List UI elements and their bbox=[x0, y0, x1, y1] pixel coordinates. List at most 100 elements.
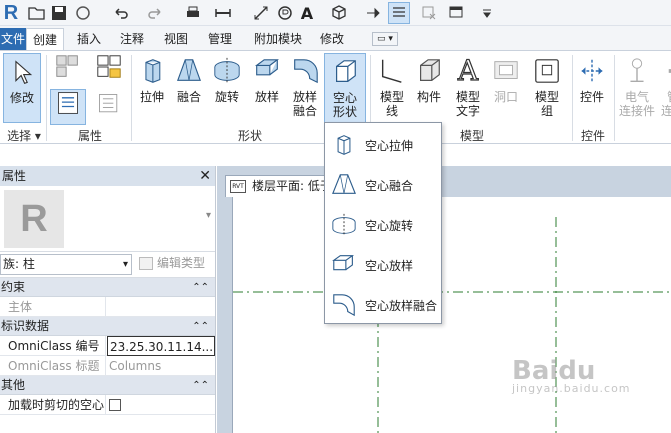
panel-divider bbox=[131, 55, 132, 141]
print-icon[interactable] bbox=[182, 2, 204, 24]
measure-icon[interactable] bbox=[212, 2, 234, 24]
sync-icon[interactable] bbox=[72, 2, 94, 24]
edit-type-icon bbox=[139, 257, 153, 270]
save-icon[interactable] bbox=[48, 2, 70, 24]
tab-create[interactable]: 创建 bbox=[26, 28, 65, 50]
model-line-label-1: 模型 bbox=[379, 90, 404, 104]
void-revolve-icon bbox=[329, 210, 359, 240]
void-forms-button[interactable]: 空心 形状 bbox=[324, 53, 366, 123]
floor-plan-icon: RVT bbox=[230, 180, 246, 193]
blend-button[interactable]: 融合 bbox=[172, 55, 206, 104]
revolve-button[interactable]: 旋转 bbox=[210, 55, 244, 104]
swept-blend-label-1: 放样 bbox=[292, 90, 317, 104]
property-value: Columns bbox=[109, 359, 162, 373]
control-button[interactable]: 控件 bbox=[574, 55, 610, 104]
sweep-button[interactable]: 放样 bbox=[250, 55, 284, 104]
logo-letter: R bbox=[3, 1, 19, 24]
revit-logo-icon[interactable]: R bbox=[0, 0, 22, 26]
section-other[interactable]: 其他 ⌃⌃ bbox=[0, 376, 215, 395]
opening-icon bbox=[491, 55, 521, 87]
collapse-icon[interactable]: ⌃⌃ bbox=[192, 376, 209, 395]
omniclass-number-field[interactable]: 23.25.30.11.14... bbox=[107, 336, 215, 356]
void-extrusion-icon bbox=[329, 130, 359, 160]
component-label: 构件 bbox=[416, 90, 441, 104]
void-label-2: 形状 bbox=[332, 105, 357, 119]
property-key: 主体 bbox=[0, 297, 106, 317]
extrusion-button[interactable]: 拉伸 bbox=[136, 55, 168, 104]
revolve-label: 旋转 bbox=[214, 90, 239, 104]
section-icon[interactable] bbox=[362, 2, 384, 24]
type-properties-icon[interactable] bbox=[92, 91, 126, 121]
component-button[interactable]: 构件 bbox=[412, 55, 446, 104]
modify-button[interactable]: 修改 bbox=[3, 53, 41, 123]
properties-title: 属性 bbox=[2, 169, 27, 183]
model-text-label-1: 模型 bbox=[455, 90, 480, 104]
model-text-button[interactable]: A 模型 文字 bbox=[450, 55, 486, 118]
swept-blend-icon bbox=[290, 55, 320, 87]
extrusion-icon bbox=[137, 55, 167, 87]
revit-family-icon: R bbox=[4, 190, 64, 248]
open-icon[interactable] bbox=[26, 2, 48, 24]
opening-button[interactable]: 洞口 bbox=[488, 55, 524, 104]
section-identity-data[interactable]: 标识数据 ⌃⌃ bbox=[0, 317, 215, 336]
pipe-connector-icon bbox=[664, 55, 671, 87]
electrical-connector-button[interactable]: 电气 连接件 bbox=[616, 55, 658, 118]
modify-label: 修改 bbox=[9, 91, 34, 105]
close-windows-icon[interactable] bbox=[418, 2, 440, 24]
watermark-subtext: jingyan.baidu.com bbox=[512, 382, 631, 395]
property-value bbox=[107, 395, 215, 415]
tab-annotate[interactable]: 注释 bbox=[114, 28, 150, 50]
menu-item-void-revolve[interactable]: 空心旋转 bbox=[325, 205, 441, 245]
cut-with-voids-checkbox[interactable] bbox=[109, 398, 121, 411]
close-icon[interactable]: ✕ bbox=[199, 166, 211, 186]
pipe-connector-button[interactable]: 管道 连接件 bbox=[658, 55, 671, 118]
menu-item-label: 空心融合 bbox=[365, 178, 414, 193]
ribbon-tab-bar: 文件 创建 插入 注释 视图 管理 附加模块 修改 ▭ ▾ bbox=[0, 26, 671, 50]
select-panel-label[interactable]: 选择 ▾ bbox=[2, 127, 46, 144]
section-title: 其他 bbox=[1, 378, 26, 392]
sweep-icon bbox=[252, 55, 282, 87]
section-title: 标识数据 bbox=[1, 319, 50, 333]
model-line-label-2: 线 bbox=[385, 104, 398, 118]
electrical-connector-icon bbox=[622, 55, 652, 87]
void-label-1: 空心 bbox=[332, 91, 357, 105]
chevron-down-icon[interactable]: ▾ bbox=[206, 210, 211, 221]
property-row: 主体 bbox=[0, 297, 215, 317]
tab-add-ins[interactable]: 附加模块 bbox=[248, 28, 308, 50]
tab-manage[interactable]: 管理 bbox=[202, 28, 238, 50]
quick-access-toolbar: R A bbox=[0, 0, 671, 26]
menu-item-void-extrusion[interactable]: 空心拉伸 bbox=[325, 125, 441, 165]
swept-blend-button[interactable]: 放样 融合 bbox=[288, 55, 322, 118]
panel-toggle-button[interactable]: ▭ ▾ bbox=[372, 32, 398, 46]
tab-modify[interactable]: 修改 bbox=[314, 28, 350, 50]
menu-item-void-sweep[interactable]: 空心放样 bbox=[325, 245, 441, 285]
customize-icon[interactable] bbox=[476, 2, 498, 24]
tab-view[interactable]: 视图 bbox=[158, 28, 194, 50]
collapse-icon[interactable]: ⌃⌃ bbox=[192, 317, 209, 336]
menu-item-void-swept-blend[interactable]: 空心放样融合 bbox=[325, 285, 441, 325]
undo-icon[interactable] bbox=[110, 2, 132, 24]
model-text-label-2: 文字 bbox=[455, 104, 480, 118]
property-row: 加载时剪切的空心 bbox=[0, 395, 215, 415]
section-constraints[interactable]: 约束 ⌃⌃ bbox=[0, 278, 215, 297]
family-category-icon[interactable] bbox=[92, 53, 126, 87]
text-icon[interactable]: A bbox=[296, 2, 318, 24]
tag-icon[interactable] bbox=[274, 2, 296, 24]
model-line-button[interactable]: 模型 线 bbox=[374, 55, 410, 118]
collapse-icon[interactable]: ⌃⌃ bbox=[192, 278, 209, 297]
model-group-label-2: 组 bbox=[540, 104, 553, 118]
model-line-icon bbox=[377, 55, 407, 87]
family-types-icon[interactable] bbox=[50, 53, 86, 87]
tab-file[interactable]: 文件 bbox=[0, 28, 26, 50]
thin-lines-icon[interactable] bbox=[388, 2, 410, 24]
family-dropdown[interactable]: 族: 柱 ▾ bbox=[0, 254, 132, 275]
3d-view-icon[interactable] bbox=[328, 2, 350, 24]
tab-insert[interactable]: 插入 bbox=[71, 28, 107, 50]
redo-icon[interactable] bbox=[144, 2, 166, 24]
dimension-icon[interactable] bbox=[250, 2, 272, 24]
edit-type-button[interactable]: 编辑类型 bbox=[137, 254, 205, 275]
menu-item-void-blend[interactable]: 空心融合 bbox=[325, 165, 441, 205]
model-group-button[interactable]: 模型 组 bbox=[528, 55, 566, 118]
properties-button[interactable] bbox=[50, 89, 86, 125]
switch-windows-icon[interactable] bbox=[446, 2, 468, 24]
